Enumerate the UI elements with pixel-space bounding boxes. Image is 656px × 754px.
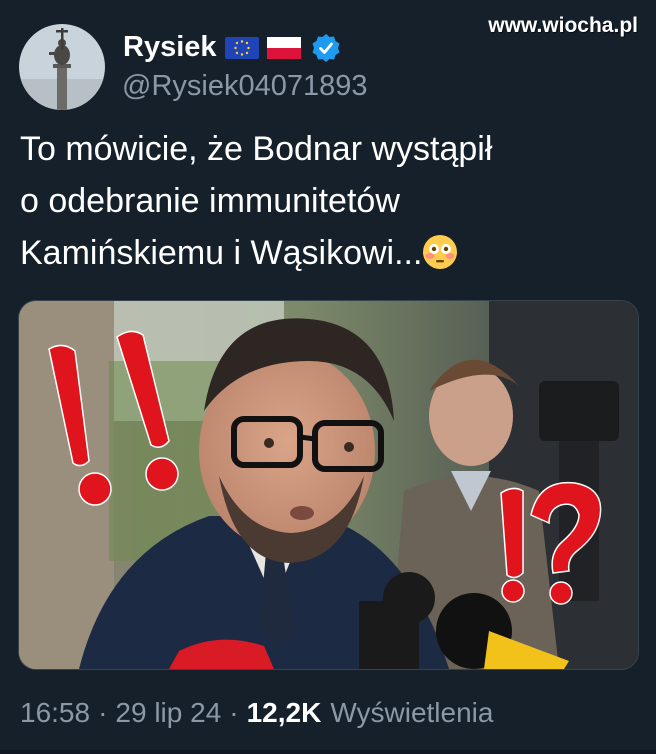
meta-separator-2: · (229, 697, 239, 728)
tweet-time[interactable]: 16:58 (20, 697, 90, 729)
author-handle[interactable]: @Rysiek04071893 (122, 70, 367, 103)
avatar[interactable] (19, 24, 105, 110)
author-name-row[interactable]: Rysiek (123, 31, 341, 64)
views-count: 12,2K (246, 697, 322, 728)
author-display-name[interactable]: Rysiek (123, 31, 217, 64)
tweet-date[interactable]: 29 lip 24 (115, 697, 221, 729)
tweet-text: To mówicie, że Bodnar wystąpił o odebran… (20, 123, 620, 279)
views-label: Wyświetlenia (330, 697, 494, 728)
tweet-line-2: o odebranie immunitetów (20, 182, 400, 220)
poland-flag-icon (266, 36, 301, 59)
watermark: www.wiocha.pl (488, 14, 638, 37)
tweet-media-image[interactable] (18, 300, 639, 670)
bottom-divider (0, 750, 656, 754)
tweet-line-3: Kamińskiemu i Wąsikowi... (20, 227, 620, 279)
tweet-meta: 16:58 · 29 lip 24 · 12,2K Wyświetlenia (20, 697, 493, 729)
flushed-face-emoji (423, 235, 458, 269)
verified-badge-icon (312, 33, 340, 62)
tweet-line-1: To mówicie, że Bodnar wystąpił (20, 130, 493, 168)
tweet-line-3-text: Kamińskiemu i Wąsikowi... (20, 234, 423, 272)
eu-flag-icon (224, 36, 259, 59)
meta-separator-1: · (98, 697, 108, 728)
